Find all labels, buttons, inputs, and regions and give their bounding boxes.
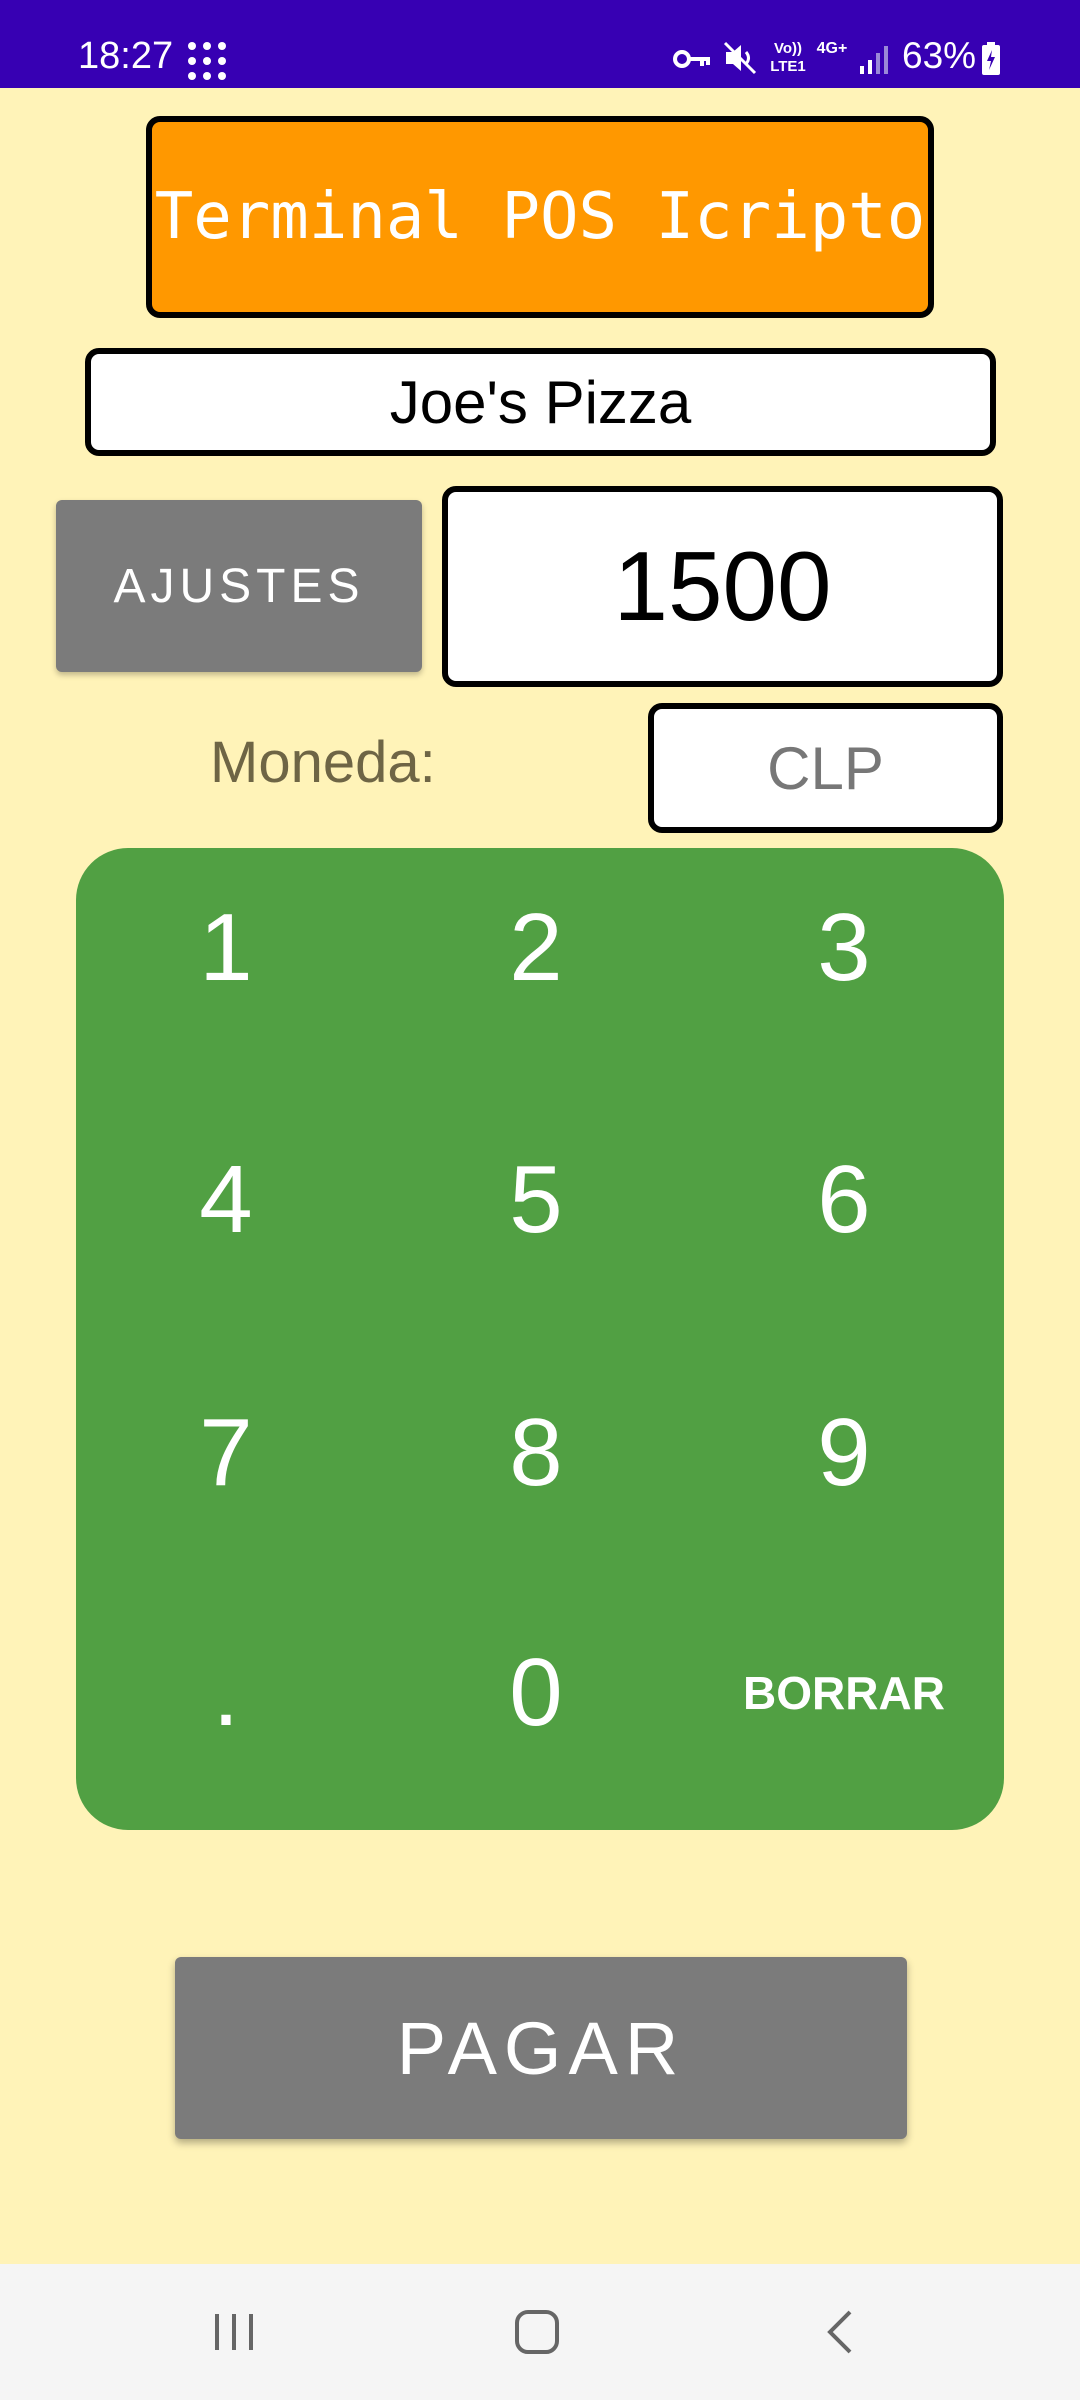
merchant-name-field[interactable]: Joe's Pizza (85, 348, 996, 456)
recent-apps-icon (215, 2314, 253, 2350)
key-8[interactable]: 8 (386, 1353, 686, 1553)
key-3[interactable]: 3 (694, 848, 994, 1048)
key-4[interactable]: 4 (76, 1100, 376, 1300)
app-title: Terminal POS Icripto (146, 116, 934, 318)
home-button[interactable] (457, 2264, 617, 2400)
navigation-bar (0, 2264, 1080, 2400)
delete-button[interactable]: BORRAR (694, 1593, 994, 1793)
back-icon (827, 2310, 852, 2354)
key-6[interactable]: 6 (694, 1100, 994, 1300)
currency-label: Moneda: (210, 730, 436, 795)
mute-icon (723, 41, 757, 75)
apps-grid-icon (188, 42, 226, 80)
back-button[interactable] (760, 2264, 920, 2400)
battery-percentage: 63% (902, 35, 977, 76)
home-icon (515, 2310, 559, 2354)
key-2[interactable]: 2 (386, 848, 686, 1048)
currency-field[interactable]: CLP (648, 703, 1003, 833)
key-5[interactable]: 5 (386, 1100, 686, 1300)
key-9[interactable]: 9 (694, 1353, 994, 1553)
battery-icon (982, 42, 1000, 75)
recent-apps-button[interactable] (154, 2264, 314, 2400)
signal-icon (860, 46, 888, 74)
key-decimal[interactable]: . (76, 1593, 376, 1793)
settings-button[interactable]: AJUSTES (56, 500, 422, 672)
network-type: 4G+ (816, 40, 848, 57)
volte-indicator: Vo)) LTE1 (770, 40, 806, 75)
status-time: 18:27 (78, 35, 174, 77)
pay-button[interactable]: PAGAR (175, 1957, 907, 2139)
vpn-key-icon (673, 50, 710, 68)
numeric-keypad: 1 2 3 4 5 6 7 8 9 . 0 BORRAR (76, 848, 1004, 1830)
key-7[interactable]: 7 (76, 1353, 376, 1553)
amount-display: 1500 (442, 486, 1003, 687)
key-1[interactable]: 1 (76, 848, 376, 1048)
status-bar: 18:27 Vo)) LTE1 4G+ 63% (0, 0, 1080, 88)
key-0[interactable]: 0 (386, 1593, 686, 1793)
